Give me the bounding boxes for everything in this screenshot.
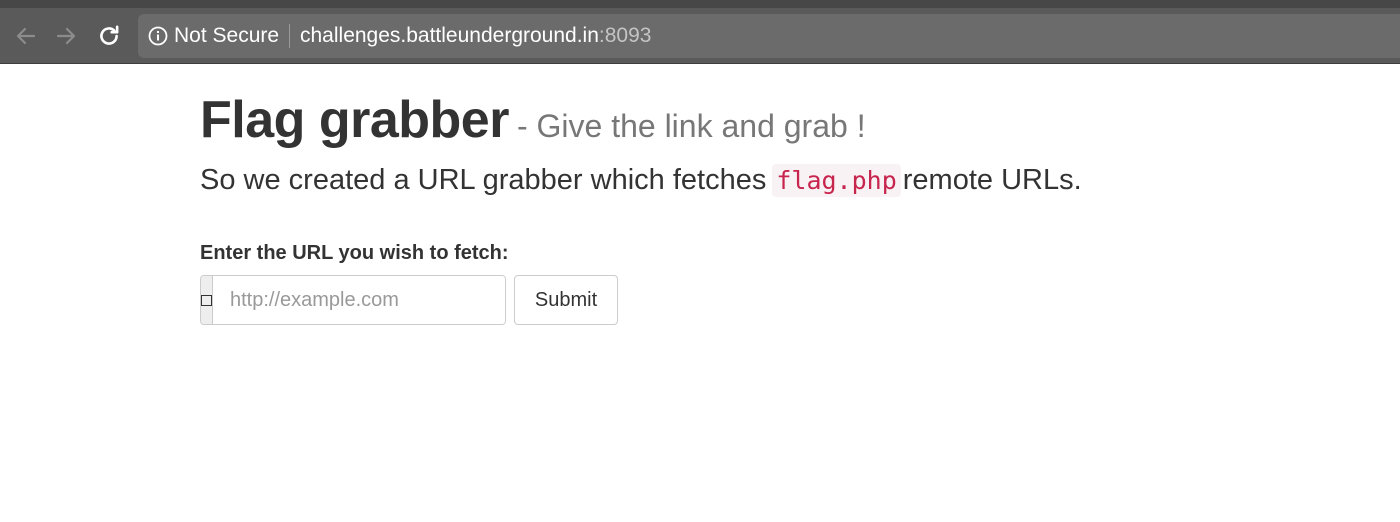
page-subtitle: - Give the link and grab ! — [516, 108, 866, 144]
info-icon[interactable] — [148, 26, 168, 46]
submit-button[interactable]: Submit — [514, 275, 618, 325]
input-addon — [201, 276, 213, 324]
url-input[interactable] — [213, 276, 505, 324]
heading-row: Flag grabber - Give the link and grab ! — [200, 90, 1200, 150]
url-input-group — [200, 275, 506, 325]
url-port: :8093 — [598, 24, 652, 47]
forward-arrow-icon — [56, 27, 76, 45]
browser-toolbar: Not Secure challenges.battleunderground.… — [0, 0, 1400, 64]
square-icon — [201, 294, 212, 306]
reload-button[interactable] — [95, 22, 123, 50]
address-bar[interactable]: Not Secure challenges.battleunderground.… — [138, 14, 1400, 58]
url-text[interactable]: challenges.battleunderground.in:8093 — [300, 24, 651, 48]
tab-strip — [0, 0, 1400, 8]
back-arrow-icon — [16, 27, 36, 45]
code-snippet: flag.php — [772, 164, 901, 197]
forward-button[interactable] — [52, 22, 80, 50]
back-button[interactable] — [12, 22, 40, 50]
address-divider — [289, 24, 290, 48]
page-content: Flag grabber - Give the link and grab ! S… — [200, 90, 1200, 325]
security-status[interactable]: Not Secure — [174, 24, 279, 48]
url-field-label: Enter the URL you wish to fetch: — [200, 242, 509, 264]
reload-icon — [100, 25, 119, 45]
page-title: Flag grabber — [200, 91, 509, 149]
lead-text-before: So we created a URL grabber which fetche… — [200, 164, 767, 196]
lead-paragraph: So we created a URL grabber which fetche… — [200, 164, 1200, 197]
lead-text-after: remote URLs. — [902, 164, 1082, 196]
url-host: challenges.battleunderground.in — [300, 24, 599, 47]
